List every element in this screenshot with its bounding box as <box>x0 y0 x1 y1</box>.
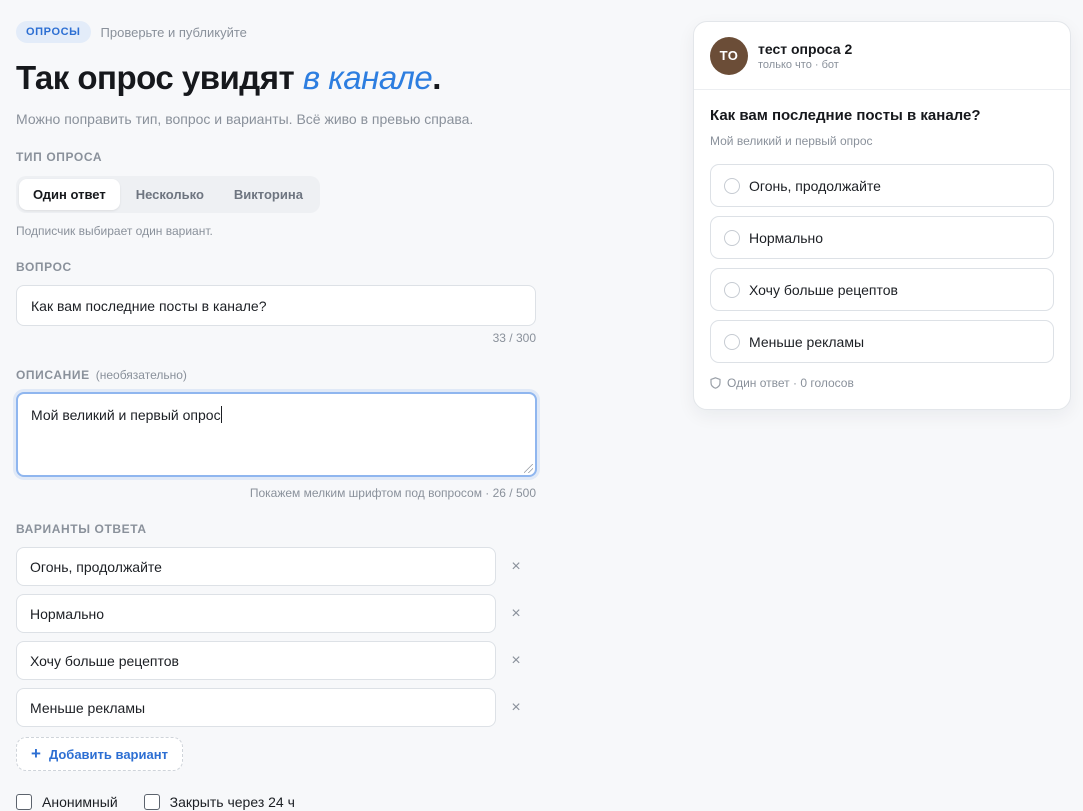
description-counter: Покажем мелким шрифтом под вопросом · 26… <box>249 486 536 500</box>
question-value: Как вам последние посты в канале? <box>31 297 267 314</box>
preview-description: Мой великий и первый опрос <box>710 134 873 148</box>
answer-input[interactable]: Хочу больше рецептов <box>16 641 496 680</box>
remove-answer-icon[interactable]: × <box>496 652 536 670</box>
remove-answer-icon[interactable]: × <box>496 605 536 623</box>
header-hint: Проверьте и публикуйте <box>100 24 247 40</box>
description-value: Мой великий и первый опрос <box>31 407 221 423</box>
title-main: Так опрос увидят <box>16 59 303 96</box>
anonymous-checkbox[interactable]: Анонимный <box>16 794 118 810</box>
answer-input[interactable]: Меньше рекламы <box>16 688 496 727</box>
title-end: . <box>432 59 441 96</box>
description-optional: (необязательно) <box>95 368 187 382</box>
checkbox-icon <box>16 794 32 810</box>
add-answer-wrap: + Добавить вариант <box>16 737 536 771</box>
preview-question: Как вам последние посты в канале? <box>710 107 981 124</box>
preview-option[interactable]: Меньше рекламы <box>710 320 1054 363</box>
preview-option-label: Огонь, продолжайте <box>749 177 881 194</box>
answer-value: Огонь, продолжайте <box>30 558 162 575</box>
poll-preview-card: ТО тест опроса 2 только что · бот Как ва… <box>693 21 1071 410</box>
answer-input[interactable]: Огонь, продолжайте <box>16 547 496 586</box>
preview-option[interactable]: Огонь, продолжайте <box>710 164 1054 207</box>
close-24h-checkbox[interactable]: Закрыть через 24 ч <box>143 794 295 810</box>
answer-input[interactable]: Нормально <box>16 594 496 633</box>
answer-value: Нормально <box>30 605 105 622</box>
remove-answer-icon[interactable]: × <box>496 699 536 717</box>
page-title: Так опрос увидят в канале. <box>16 57 536 99</box>
preview-option-label: Нормально <box>749 229 824 246</box>
question-input[interactable]: Как вам последние посты в канале? <box>16 285 536 326</box>
preview-option-label: Хочу больше рецептов <box>749 281 898 298</box>
answers-label: ВАРИАНТЫ ОТВЕТА <box>16 522 147 536</box>
checkbox-icon <box>143 794 160 810</box>
preview-footer: Один ответ · 0 голосов <box>710 376 1054 390</box>
section-badge: ОПРОСЫ <box>16 21 91 43</box>
preview-author: тест опроса 2 только что · бот <box>758 41 852 71</box>
radio-icon <box>724 281 740 298</box>
title-accent: в канале <box>302 59 433 96</box>
add-answer-button[interactable]: + Добавить вариант <box>16 737 183 771</box>
preview-meta: только что · бот <box>758 58 839 71</box>
poll-type-hint: Подписчик выбирает один вариант. <box>16 224 213 238</box>
poll-type-control-wrap: Один ответ Несколько Викторина <box>16 176 536 213</box>
preview-option-label: Меньше рекламы <box>749 333 865 350</box>
preview-header: ТО тест опроса 2 только что · бот <box>694 22 1070 90</box>
radio-icon <box>724 333 740 350</box>
poll-type-multiple[interactable]: Несколько <box>122 179 218 210</box>
remove-answer-icon[interactable]: × <box>496 558 536 576</box>
question-counter: 33 / 300 <box>492 331 536 345</box>
avatar: ТО <box>710 36 748 75</box>
answer-row: Хочу больше рецептов × <box>16 641 536 680</box>
add-answer-label: Добавить вариант <box>48 746 168 762</box>
answer-value: Меньше рекламы <box>30 699 146 716</box>
preview-channel-name: тест опроса 2 <box>758 40 853 57</box>
poll-type-single[interactable]: Один ответ <box>19 179 120 210</box>
anonymous-label: Анонимный <box>42 794 118 810</box>
description-label: ОПИСАНИЕ (необязательно) <box>16 368 536 382</box>
preview-footer-text: Один ответ · 0 голосов <box>727 376 854 390</box>
answer-value: Хочу больше рецептов <box>30 652 179 669</box>
preview-option[interactable]: Нормально <box>710 216 1054 259</box>
poll-type-quiz[interactable]: Викторина <box>220 179 317 210</box>
preview-body: Как вам последние посты в канале? Мой ве… <box>694 90 1070 390</box>
answer-row: Нормально × <box>16 594 536 633</box>
poll-type-selector: Один ответ Несколько Викторина <box>16 176 320 213</box>
plus-icon: + <box>31 744 41 763</box>
poll-type-label: ТИП ОПРОСА <box>16 150 103 164</box>
answers-list: Огонь, продолжайте × Нормально × Хочу бо… <box>16 547 536 727</box>
question-label: ВОПРОС <box>16 260 72 274</box>
resize-handle-icon[interactable] <box>524 464 533 473</box>
text-caret <box>220 406 222 423</box>
radio-icon <box>724 177 740 194</box>
answer-row: Огонь, продолжайте × <box>16 547 536 586</box>
preview-options: Огонь, продолжайте Нормально Хочу больше… <box>710 164 1054 363</box>
description-label-text: ОПИСАНИЕ <box>16 368 90 382</box>
page-subtitle: Можно поправить тип, вопрос и варианты. … <box>16 111 474 127</box>
header-row: ОПРОСЫ Проверьте и публикуйте <box>16 20 536 44</box>
preview-option[interactable]: Хочу больше рецептов <box>710 268 1054 311</box>
close-24h-label: Закрыть через 24 ч <box>169 794 295 810</box>
shield-icon <box>710 377 721 389</box>
radio-icon <box>724 229 740 246</box>
poll-settings: Анонимный Закрыть через 24 ч <box>16 794 536 810</box>
answer-row: Меньше рекламы × <box>16 688 536 727</box>
description-textarea[interactable]: Мой великий и первый опрос <box>16 392 537 477</box>
poll-editor: ОПРОСЫ Проверьте и публикуйте Так опрос … <box>16 20 537 810</box>
